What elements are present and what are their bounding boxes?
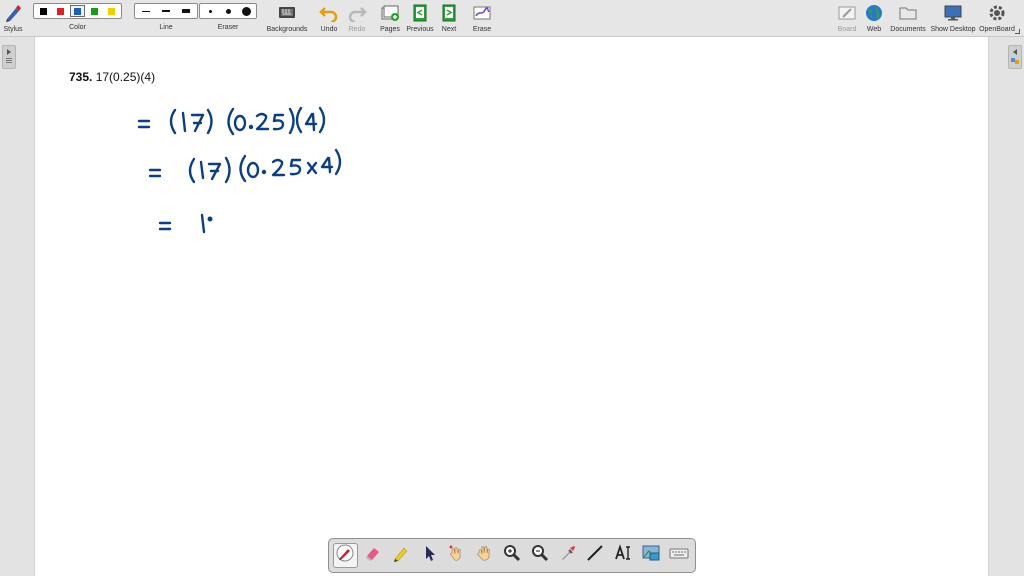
redo-icon (347, 3, 367, 23)
zoom-out-tool-button[interactable] (527, 543, 552, 568)
pipette-icon (558, 543, 578, 568)
erase-label: Erase (472, 26, 492, 33)
color-swatch[interactable] (53, 5, 68, 17)
pointer-icon (419, 543, 439, 568)
whiteboard-page[interactable] (34, 37, 989, 576)
gear-icon (987, 3, 1007, 23)
zoom-in-icon (502, 543, 522, 568)
collapse-arrow-icon (1013, 49, 1017, 55)
globe-icon (864, 3, 884, 23)
line-label: Line (159, 24, 173, 31)
monitor-icon (943, 3, 963, 23)
problem-statement: 735. 17(0.25)(4) (69, 70, 155, 84)
color-palette (33, 3, 122, 19)
capture-tool-button[interactable] (638, 543, 663, 568)
color-swatch[interactable] (70, 5, 85, 17)
redo-label: Redo (348, 26, 366, 33)
folder-icon (898, 3, 918, 23)
hand-icon (474, 543, 494, 568)
hand-tool-button[interactable] (472, 543, 497, 568)
main-toolbar: Stylus Color Line Eraser Backgrounds Und… (0, 0, 1024, 37)
laser-pointer-icon (446, 543, 466, 568)
backgrounds-button[interactable]: Backgrounds (265, 3, 309, 33)
backgrounds-label: Backgrounds (266, 26, 308, 33)
eraser-group: Eraser (199, 3, 257, 31)
line-medium-option[interactable] (157, 5, 175, 17)
documents-label: Documents (890, 26, 926, 33)
openboard-button[interactable]: OpenBoard (975, 3, 1019, 33)
eraser-icon (363, 543, 383, 568)
resize-corner-icon (1015, 29, 1020, 34)
web-label: Web (866, 26, 882, 33)
eraser-medium-option[interactable] (220, 5, 236, 17)
eraser-large-option[interactable] (238, 5, 254, 17)
highlighter-icon (391, 543, 411, 568)
text-icon (613, 543, 633, 568)
line-group: Line (134, 3, 198, 31)
color-swatch[interactable] (87, 5, 102, 17)
eraser-label: Eraser (217, 24, 239, 31)
left-panel-toggle[interactable] (2, 45, 16, 69)
highlighter-tool-button[interactable] (389, 543, 414, 568)
erase-button[interactable]: Erase (460, 3, 504, 33)
color-group: Color (33, 3, 122, 31)
eraser-size-selector (199, 3, 257, 19)
erase-icon (472, 3, 492, 23)
show-desktop-label: Show Desktop (930, 26, 976, 33)
line-icon (585, 543, 605, 568)
line-width-selector (134, 3, 198, 19)
laser-pointer-tool-button[interactable] (444, 543, 469, 568)
pen-icon (335, 543, 355, 568)
stylus-button[interactable]: Stylus (0, 3, 35, 33)
next-page-icon (439, 3, 459, 23)
line-thin-option[interactable] (137, 5, 155, 17)
pointer-tool-button[interactable] (416, 543, 441, 568)
text-tool-button[interactable] (611, 543, 636, 568)
keyboard-tool-button[interactable] (666, 543, 691, 568)
zoom-in-tool-button[interactable] (500, 543, 525, 568)
show-desktop-button[interactable]: Show Desktop (930, 3, 976, 33)
pages-icon (380, 3, 400, 23)
keyboard-icon (669, 543, 689, 568)
color-label: Color (69, 24, 86, 31)
pages-label: Pages (380, 26, 400, 33)
color-swatch[interactable] (36, 5, 51, 17)
zoom-out-icon (530, 543, 550, 568)
right-panel-toggle[interactable] (1008, 45, 1022, 69)
pipette-tool-button[interactable] (555, 543, 580, 568)
eraser-tool-button[interactable] (361, 543, 386, 568)
next-label: Next (441, 26, 457, 33)
eraser-small-option[interactable] (202, 5, 218, 17)
line-thick-option[interactable] (177, 5, 195, 17)
pen-tool-button[interactable] (333, 543, 358, 568)
problem-expression: 17(0.25)(4) (95, 70, 156, 84)
backgrounds-icon (277, 3, 297, 23)
expand-arrow-icon (7, 49, 11, 55)
problem-number: 735. (69, 70, 93, 84)
documents-button[interactable]: Documents (886, 3, 930, 33)
openboard-label: OpenBoard (979, 26, 1015, 33)
stylus-label: Stylus (3, 26, 23, 33)
color-swatch[interactable] (104, 5, 119, 17)
stylus-icon (3, 3, 23, 23)
line-tool-button[interactable] (583, 543, 608, 568)
floating-tool-palette (328, 538, 696, 573)
capture-icon (641, 543, 661, 568)
